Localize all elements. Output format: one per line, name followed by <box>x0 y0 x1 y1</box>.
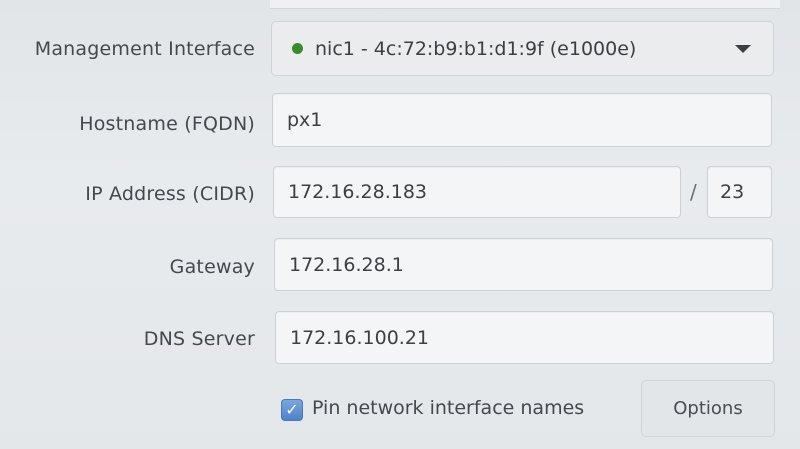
checkmark-icon: ✓ <box>285 400 299 419</box>
management-interface-dropdown[interactable]: nic1 - 4c:72:b9:b1:d1:9f (e1000e) <box>271 21 774 76</box>
ip-address-label: IP Address (CIDR) <box>85 183 255 205</box>
network-config-form: Management Interface nic1 - 4c:72:b9:b1:… <box>0 0 800 449</box>
ip-address-value: 172.16.28.183 <box>288 181 428 203</box>
pin-names-label[interactable]: Pin network interface names <box>312 397 584 419</box>
gateway-label: Gateway <box>169 256 255 278</box>
pin-names-checkbox[interactable]: ✓ <box>281 399 303 421</box>
dns-server-input[interactable]: 172.16.100.21 <box>275 311 774 364</box>
hostname-value: px1 <box>287 109 323 131</box>
hostname-label: Hostname (FQDN) <box>79 113 255 135</box>
link-status-icon <box>292 43 303 54</box>
cidr-prefix-input[interactable]: 23 <box>707 166 772 218</box>
dns-server-value: 172.16.100.21 <box>290 326 430 349</box>
ip-address-input[interactable]: 172.16.28.183 <box>273 166 681 218</box>
hostname-input[interactable]: px1 <box>272 93 772 147</box>
management-interface-label: Management Interface <box>34 38 255 60</box>
top-panel-edge <box>270 0 780 9</box>
gateway-value: 172.16.28.1 <box>289 253 404 276</box>
options-button[interactable]: Options <box>641 380 775 437</box>
cidr-prefix-value: 23 <box>720 181 745 203</box>
gateway-input[interactable]: 172.16.28.1 <box>274 238 773 291</box>
dns-server-label: DNS Server <box>143 328 255 350</box>
management-interface-value: nic1 - 4c:72:b9:b1:d1:9f (e1000e) <box>315 37 637 60</box>
chevron-down-icon[interactable] <box>735 45 751 53</box>
cidr-separator: / <box>690 180 697 204</box>
